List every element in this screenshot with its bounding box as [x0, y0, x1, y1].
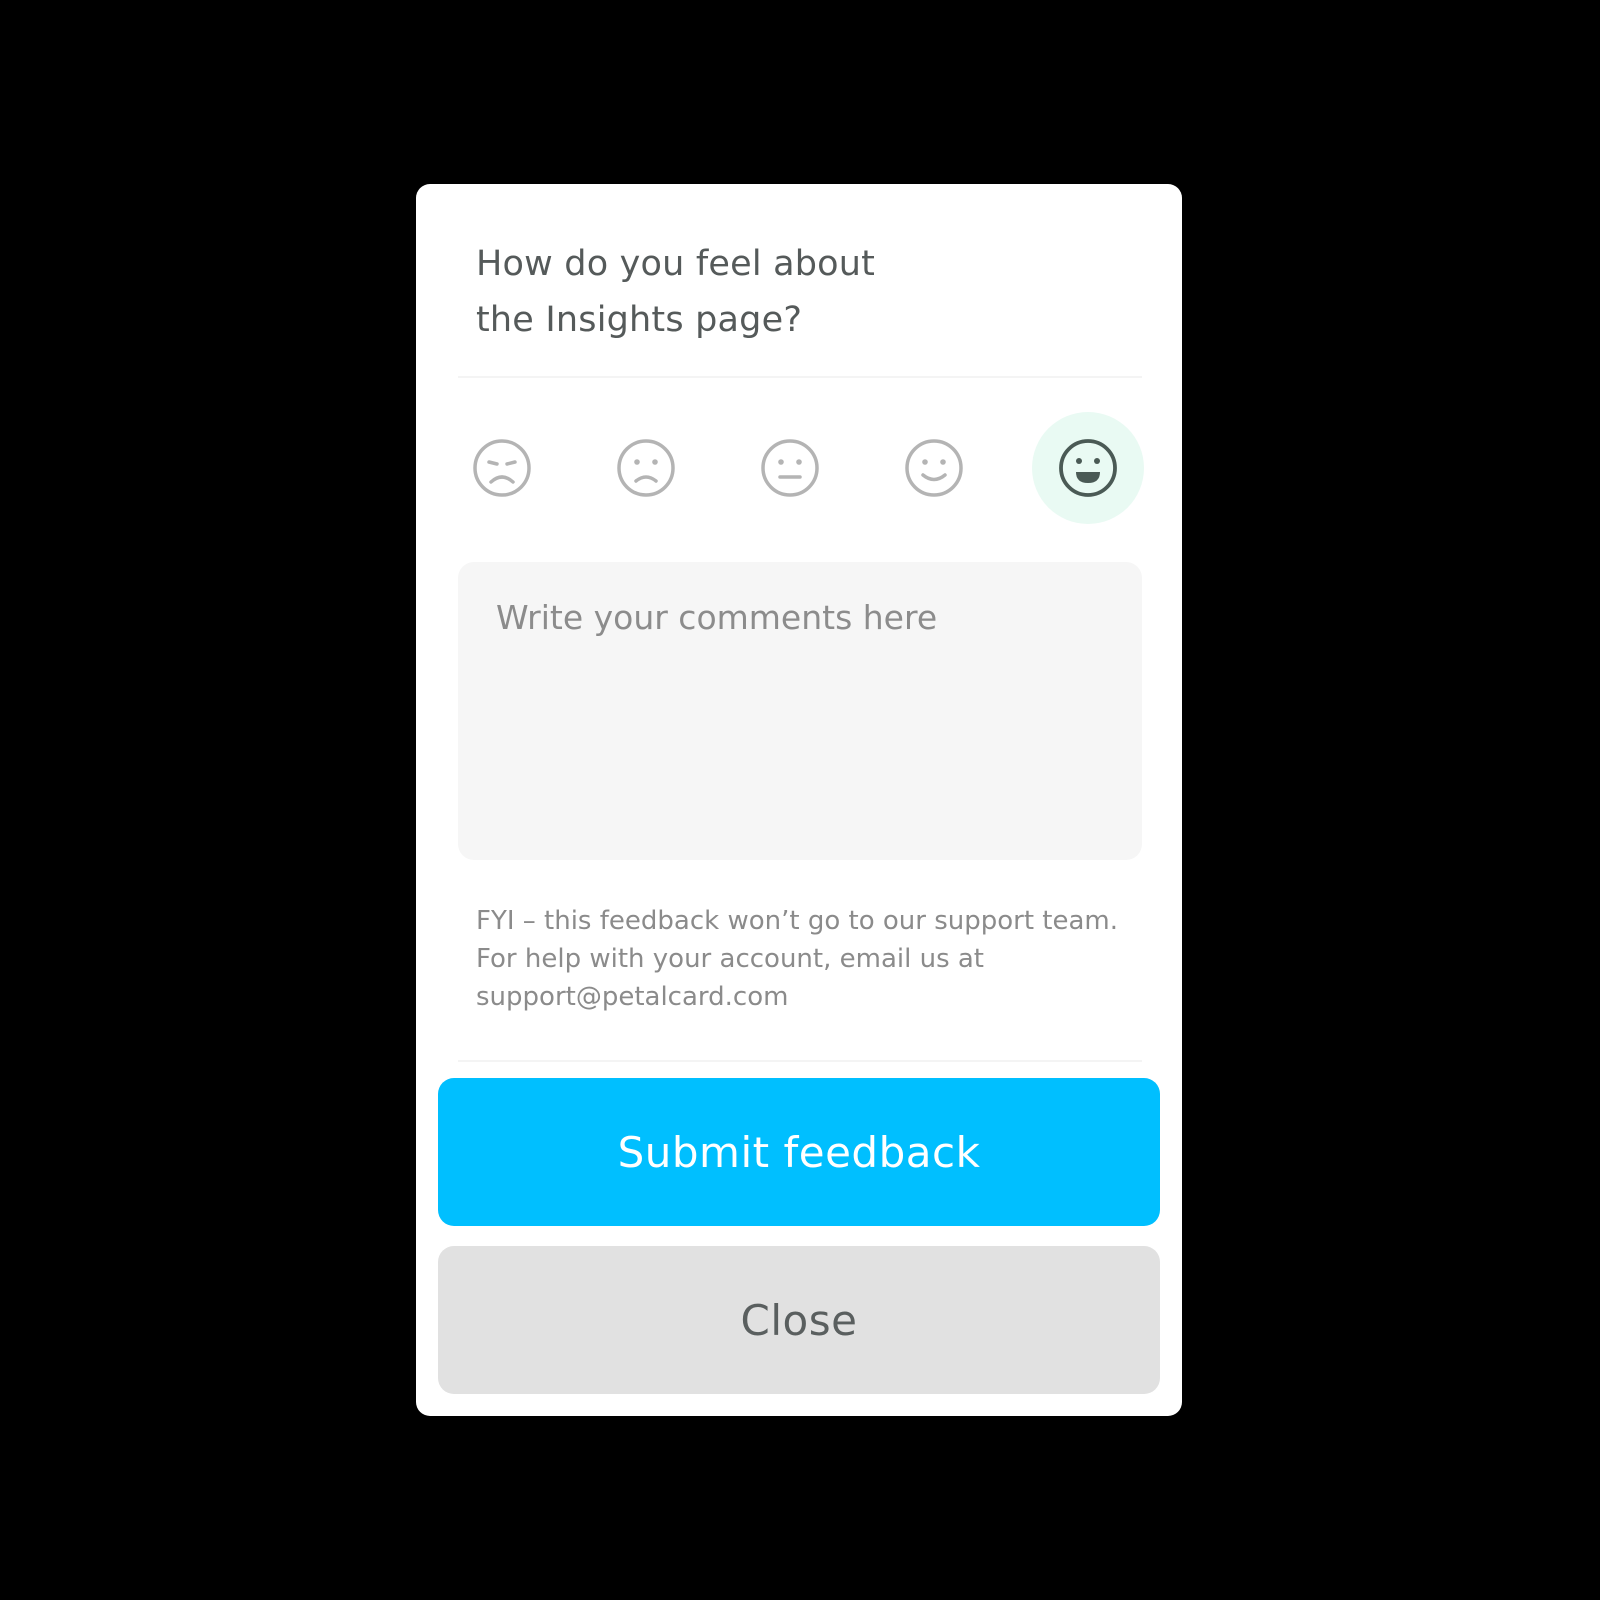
very-sad-face-icon — [473, 439, 531, 497]
close-button[interactable]: Close — [438, 1246, 1160, 1394]
neutral-face-icon — [761, 439, 819, 497]
rating-option-happy[interactable] — [878, 412, 990, 524]
header-divider — [458, 376, 1142, 378]
rating-option-very-sad[interactable] — [446, 412, 558, 524]
submit-feedback-button[interactable]: Submit feedback — [438, 1078, 1160, 1226]
support-email-link[interactable]: support@petalcard.com — [476, 982, 788, 1012]
support-note-text: FYI – this feedback won’t go to our supp… — [476, 906, 1119, 974]
stage: How do you feel about the Insights page? — [0, 0, 1600, 1600]
rating-option-neutral[interactable] — [734, 412, 846, 524]
rating-selector — [416, 412, 1182, 532]
rating-option-very-happy[interactable] — [1032, 412, 1144, 524]
dialog-title-line2: the Insights page? — [476, 300, 803, 340]
sad-face-icon — [617, 439, 675, 497]
dialog-title: How do you feel about the Insights page? — [476, 236, 1036, 348]
footer-divider — [458, 1060, 1142, 1062]
happy-face-icon — [1059, 439, 1117, 497]
support-note: FYI – this feedback won’t go to our supp… — [476, 902, 1126, 1016]
rating-option-sad[interactable] — [590, 412, 702, 524]
smile-face-icon — [905, 439, 963, 497]
feedback-dialog: How do you feel about the Insights page? — [416, 184, 1182, 1416]
comment-input[interactable] — [458, 562, 1142, 860]
dialog-title-line1: How do you feel about — [476, 244, 876, 284]
